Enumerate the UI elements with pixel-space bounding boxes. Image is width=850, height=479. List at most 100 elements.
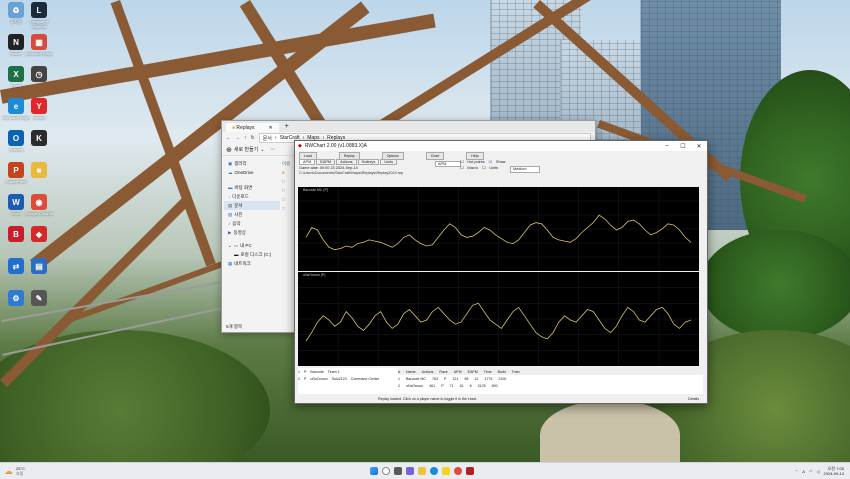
chrome-icon[interactable]	[454, 467, 462, 475]
chat-icon[interactable]	[406, 467, 414, 475]
smoothing-select[interactable]: Medium	[510, 165, 540, 173]
sidebar-item-label: 사진	[234, 211, 243, 217]
sidebar-item-music[interactable]: ♪ 음악	[224, 219, 280, 228]
desktop-shortcut[interactable]: ◷	[23, 66, 55, 83]
league-icon: L	[31, 2, 47, 18]
sidebar-item-network[interactable]: ▦ 네트워크	[224, 259, 280, 268]
rwchart-status-bar: Replay loaded. Click on a player name to…	[298, 395, 703, 402]
option-label: Macro	[467, 165, 478, 170]
checkbox-icon[interactable]: ☐	[460, 166, 463, 174]
table-cell: 98	[464, 376, 469, 381]
sidebar-item-this-pc[interactable]: ⌄ ▭ 내 PC	[224, 241, 280, 250]
toolbar-button[interactable]: Chart	[425, 151, 445, 160]
maximize-icon[interactable]: ☐	[675, 143, 691, 150]
start-icon[interactable]	[370, 467, 378, 475]
table-cell: 121	[452, 376, 459, 381]
close-icon[interactable]: ✕	[691, 143, 707, 150]
sidebar-item-label: 네트워크	[234, 260, 251, 266]
speaker-icon[interactable]: ◁	[816, 469, 819, 474]
desktop-shortcut[interactable]: Y Yandex	[23, 98, 55, 120]
desktop-shortcut[interactable]: ▦ Microsoft Edge	[23, 34, 55, 56]
file-explorer-icon[interactable]	[418, 467, 426, 475]
weather-text: 25°C 흐림	[16, 466, 25, 476]
desktop-shortcut[interactable]: ◆	[23, 226, 55, 243]
tab-actions[interactable]: Actions	[336, 159, 357, 165]
sidebar-item-onedrive[interactable]: ☁ OneDrive	[224, 168, 280, 177]
close-icon[interactable]: ✕	[269, 125, 273, 131]
chevron-up-icon[interactable]: ⌃	[795, 469, 798, 474]
folder-icon: ■	[31, 162, 47, 178]
rwchart-taskbar-icon[interactable]	[466, 467, 474, 475]
up-icon[interactable]: ↑	[244, 135, 247, 141]
table-row[interactable]: 1 Barcode MC 763 P 121 98 12 1775 2100	[398, 375, 703, 382]
weather-desc: 흐림	[16, 471, 24, 476]
sidebar-item-videos[interactable]: ▶ 동영상	[224, 228, 280, 237]
weather-widget[interactable]: ☁ 25°C 흐림	[4, 466, 25, 477]
rwchart-options-panel: APM EAPM Actions Hotkeys Units Game date…	[295, 159, 707, 187]
minimize-icon[interactable]: –	[659, 143, 675, 150]
sidebar-item-pictures[interactable]: ▨ 사진	[224, 210, 280, 219]
sidebar-item-documents[interactable]: ▤ 문서	[224, 201, 280, 210]
tab-eapm[interactable]: EAPM	[316, 159, 336, 165]
taskbar-apps	[368, 467, 476, 475]
desktop-shortcut-label: Excel	[11, 83, 21, 88]
sidebar-item-gallery[interactable]: ▣ 갤러리	[224, 159, 280, 168]
task-view-icon[interactable]	[394, 467, 402, 475]
desktop-shortcut[interactable]: K	[23, 130, 55, 147]
player-race: P	[304, 369, 307, 374]
tab-hotkeys[interactable]: Hotkeys	[357, 159, 380, 165]
breadcrumb-item[interactable]: 문서	[263, 135, 272, 142]
table-row[interactable]: 2 uNxOnoon 461 P 71 61 8 3125 800	[398, 382, 703, 389]
details-link[interactable]: Details	[688, 397, 699, 401]
desktop-shortcut[interactable]: L League of Legends	[23, 2, 55, 29]
column-header[interactable]: Race	[439, 370, 447, 374]
toolbar-button[interactable]: Help	[466, 151, 484, 160]
table-cell: 2	[398, 383, 400, 388]
cut-icon[interactable]: ✂	[270, 147, 274, 153]
chart-type-select[interactable]: APM	[435, 161, 462, 167]
edge-icon[interactable]	[430, 467, 438, 475]
explorer-tab[interactable]: ■ Replays ✕	[226, 123, 279, 132]
wifi-icon[interactable]: ◠	[809, 469, 813, 474]
column-header[interactable]: Train	[512, 370, 520, 374]
kakaotalk-icon[interactable]	[442, 467, 450, 475]
column-header[interactable]: Build	[498, 370, 506, 374]
sidebar-item-desktop[interactable]: ▬ 바탕 화면	[224, 183, 280, 192]
sidebar-item-downloads[interactable]: ↓ 다운로드	[224, 192, 280, 201]
tab-units[interactable]: Units	[380, 159, 398, 165]
table-cell: 71	[449, 383, 454, 388]
window-title: RWChart 2.00 (v1.0883.X)A	[304, 143, 368, 149]
new-button[interactable]: ⊕ 새로 만들기 ⌄	[226, 146, 264, 154]
search-icon[interactable]	[382, 467, 390, 475]
column-header[interactable]: #	[398, 370, 400, 374]
table-row[interactable]: 2 P uNxOnoon Solo2123 Command Center	[298, 375, 398, 382]
clock[interactable]: 오전 7:05 2024-09-14	[824, 466, 844, 476]
word-icon: W	[8, 194, 24, 210]
tab-apm[interactable]: APM	[299, 159, 316, 165]
sidebar-item-local-disk[interactable]: ▬ 로컬 디스크 (C:)	[224, 250, 280, 259]
notion-icon: N	[8, 34, 24, 50]
desktop-shortcut[interactable]: ▤	[23, 258, 55, 275]
table-cell: uNxOnoon	[406, 383, 424, 388]
column-header[interactable]: Name	[406, 370, 416, 374]
desktop-shortcut[interactable]: ✎	[23, 290, 55, 307]
refresh-icon[interactable]: ↻	[251, 135, 255, 141]
tool-icon: ✎	[31, 290, 47, 306]
new-tab-icon[interactable]: +	[285, 123, 289, 130]
roof-beam	[0, 13, 436, 104]
lang-indicator[interactable]: A	[802, 469, 805, 474]
table-cell: 461	[429, 383, 436, 388]
players-panel: 1 P Barcode Team 1 2 P uNxOnoon Solo2123…	[298, 368, 703, 389]
checkbox-icon[interactable]: ☐	[482, 166, 485, 174]
chrome-icon: ◉	[31, 194, 47, 210]
column-header[interactable]: APM	[454, 370, 462, 374]
yandex-icon: Y	[31, 98, 47, 114]
column-header[interactable]: Actions	[422, 370, 434, 374]
column-header[interactable]: Time	[484, 370, 492, 374]
table-row[interactable]: 1 P Barcode Team 1	[298, 368, 398, 375]
desktop-shortcut[interactable]: ■	[23, 162, 55, 179]
desktop-shortcut[interactable]: ◉ Google Chrome	[23, 194, 55, 216]
back-icon[interactable]: ←	[226, 135, 231, 141]
forward-icon[interactable]: →	[235, 135, 240, 141]
column-header[interactable]: EAPM	[468, 370, 478, 374]
